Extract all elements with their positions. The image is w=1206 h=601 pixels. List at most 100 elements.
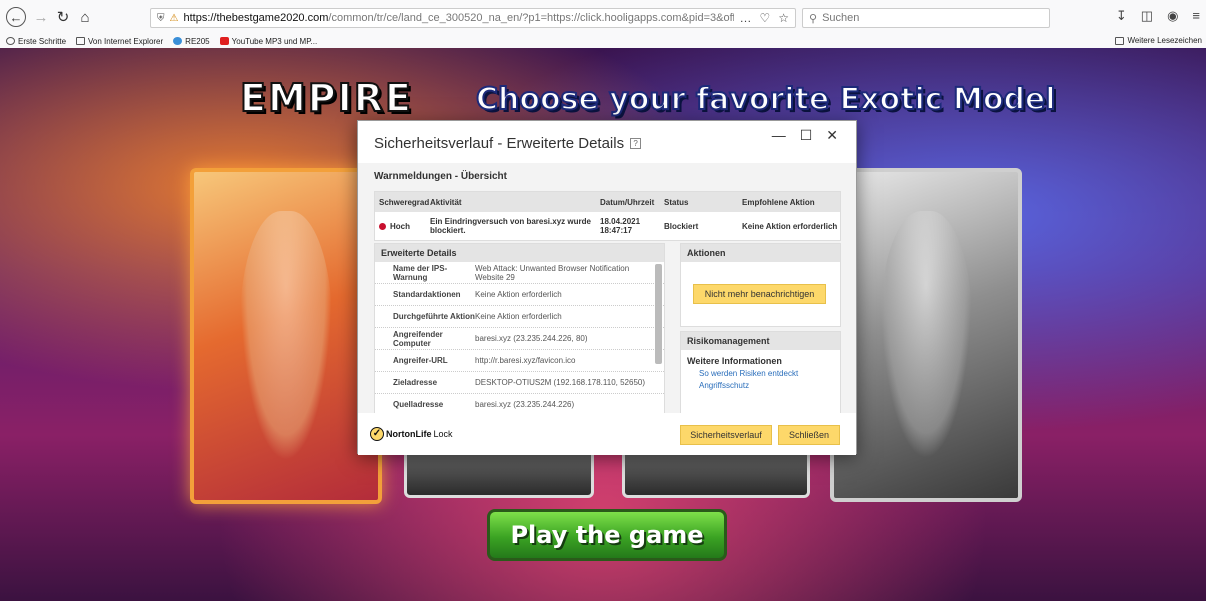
maximize-icon[interactable]: ☐: [800, 127, 813, 144]
brand-suffix: Lock: [433, 429, 453, 439]
actions-title: Aktionen: [681, 244, 840, 262]
model-card-right[interactable]: [830, 168, 1022, 502]
url-path: /common/tr/ce/land_ce_300520_na_en/?p1=h…: [328, 12, 735, 24]
stop-notifying-button[interactable]: Nicht mehr benachrichtigen: [693, 284, 826, 304]
reload-icon[interactable]: ↻: [52, 6, 74, 28]
extended-details-panel: Erweiterte Details Name der IPS-Warnung W…: [374, 243, 665, 419]
risk-management-title: Risikomanagement: [681, 332, 840, 350]
details-scrollbar[interactable]: [655, 264, 662, 364]
security-history-button[interactable]: Sicherheitsverlauf: [680, 425, 772, 445]
activity-cell: Ein Eindringversuch von baresi.xyz wurde…: [430, 217, 591, 235]
forward-arrow-icon[interactable]: →: [30, 6, 52, 28]
detail-label: Angreifender Computer: [393, 329, 443, 348]
severity-text: Hoch: [390, 221, 410, 231]
bookmark-label: RE205: [185, 36, 210, 46]
checkmark-icon: ✓: [370, 427, 384, 441]
bookmark-folder-internet-explorer[interactable]: Von Internet Explorer: [76, 37, 163, 46]
detail-label: Name der IPS-Warnung: [393, 263, 448, 282]
detail-row: Zieladresse DESKTOP-OTIUS2M (192.168.178.…: [375, 372, 664, 394]
detail-row: Angreifer-URL http://r.baresi.xyz/favicon…: [375, 350, 664, 372]
dialog-titlebar: Sicherheitsverlauf - Erweiterte Details?…: [358, 121, 856, 163]
severity-dot-icon: [379, 222, 386, 230]
bookmark-youtube[interactable]: YouTube MP3 und MP...: [219, 36, 318, 46]
search-placeholder: Suchen: [822, 12, 860, 24]
more-info-title: Weitere Informationen: [687, 356, 782, 366]
norton-logo: ✓ NortonLife Lock: [370, 427, 453, 441]
column-header: Empfohlene Aktion: [742, 197, 815, 207]
bookmark-label: Von Internet Explorer: [88, 36, 164, 46]
table-header: Schweregrad Aktivität Datum/Uhrzeit Stat…: [375, 192, 840, 212]
alerts-overview-title: Warnmeldungen - Übersicht: [374, 171, 507, 182]
back-arrow-icon[interactable]: ←: [6, 7, 26, 27]
column-header: Datum/Uhrzeit: [600, 197, 655, 207]
dialog-body: Warnmeldungen - Übersicht Schweregrad Ak…: [358, 163, 856, 419]
bookmark-icon: [173, 37, 183, 45]
page-actions-menu-icon[interactable]: …: [739, 11, 751, 25]
detail-label: Standardaktionen: [393, 290, 461, 299]
folder-icon: [1115, 36, 1125, 45]
alerts-table: Schweregrad Aktivität Datum/Uhrzeit Stat…: [374, 191, 841, 241]
search-bar[interactable]: ⚲ Suchen: [802, 8, 1050, 28]
home-icon[interactable]: ⌂: [74, 6, 96, 28]
detail-row: Durchgeführte Aktion Keine Aktion erforde…: [375, 306, 664, 328]
detail-value: Web Attack: Unwanted Browser Notificatio…: [475, 263, 630, 282]
folder-icon: [76, 37, 86, 45]
detail-value: baresi.xyz (23.235.244.226, 80): [475, 334, 588, 343]
bookmark-label: YouTube MP3 und MP...: [231, 36, 318, 46]
brand-main: NortonLife: [386, 429, 432, 439]
detail-value: baresi.xyz (23.235.244.226): [475, 400, 575, 409]
browser-toolbar: ← → ↻ ⌂ ⛨ ⚠ https://thebestgame2020.com/…: [0, 0, 1206, 34]
detail-label: Quelladresse: [393, 400, 444, 409]
account-icon[interactable]: ◉: [1167, 8, 1178, 24]
sidebar-icon[interactable]: ◫: [1141, 8, 1153, 24]
column-header: Status: [664, 197, 689, 207]
close-icon[interactable]: ✕: [826, 127, 838, 144]
detail-value: Keine Aktion erforderlich: [475, 290, 562, 299]
minimize-icon[interactable]: —: [772, 127, 786, 144]
shield-icon[interactable]: ⛨: [157, 13, 165, 24]
model-card-left[interactable]: [190, 168, 382, 504]
extended-details-title: Erweiterte Details: [375, 244, 664, 262]
model-image: [880, 211, 972, 459]
detail-label: Zieladresse: [393, 378, 438, 387]
detail-row: Standardaktionen Keine Aktion erforderlic…: [375, 284, 664, 306]
bookmarks-bar: Erste Schritte Von Internet Explorer RE2…: [0, 34, 1206, 48]
actions-panel: Aktionen Nicht mehr benachrichtigen: [680, 243, 841, 327]
url-bar[interactable]: ⛨ ⚠ https://thebestgame2020.com/common/t…: [150, 8, 796, 28]
risk-management-panel: Risikomanagement Weitere Informationen S…: [680, 331, 841, 419]
empire-logo: EMPIRE: [239, 75, 413, 121]
detail-label: Durchgeführte Aktion: [393, 312, 475, 321]
url-text[interactable]: https://thebestgame2020.com/common/tr/ce…: [183, 12, 734, 24]
search-icon: ⚲: [809, 12, 818, 25]
table-row[interactable]: Hoch Ein Eindringversuch von baresi.xyz …: [375, 212, 840, 240]
model-image: [240, 211, 332, 461]
bookmark-label: Erste Schritte: [18, 36, 67, 46]
downloads-icon[interactable]: ↧: [1116, 8, 1127, 24]
other-bookmarks-label: Weitere Lesezeichen: [1127, 36, 1202, 45]
bookmark-re205[interactable]: RE205: [173, 36, 210, 46]
close-button[interactable]: Schließen: [778, 425, 840, 445]
page-headline: Choose your favorite Exotic Model: [475, 81, 1057, 118]
detail-label: Angreifer-URL: [393, 356, 448, 365]
dialog-title-text: Sicherheitsverlauf - Erweiterte Details: [374, 135, 625, 152]
bookmark-star-icon[interactable]: ☆: [778, 11, 789, 25]
dialog-footer: ✓ NortonLife Lock Sicherheitsverlauf Schl…: [358, 413, 856, 455]
lock-warning-icon[interactable]: ⚠: [170, 13, 179, 24]
help-icon[interactable]: ?: [630, 138, 642, 149]
bookmark-erste-schritte[interactable]: Erste Schritte: [6, 37, 66, 46]
detail-value: DESKTOP-OTIUS2M (192.168.178.110, 52650): [475, 378, 646, 387]
status-cell: Blockiert: [664, 221, 699, 231]
youtube-icon: [219, 37, 229, 45]
dialog-title: Sicherheitsverlauf - Erweiterte Details?: [374, 135, 642, 152]
detail-value: http://r.baresi.xyz/favicon.ico: [475, 356, 576, 365]
pocket-icon[interactable]: ♡: [759, 11, 770, 25]
play-game-button[interactable]: Play the game: [487, 509, 727, 561]
menu-icon[interactable]: ≡: [1192, 8, 1200, 24]
datetime-cell: 18.04.2021 18:47:17: [600, 217, 641, 235]
recommended-action-cell: Keine Aktion erforderlich: [742, 221, 838, 231]
other-bookmarks[interactable]: Weitere Lesezeichen: [1115, 36, 1202, 45]
attack-protection-link[interactable]: Angriffsschutz: [681, 380, 840, 392]
column-header: Aktivität: [430, 197, 462, 207]
risk-detection-link[interactable]: So werden Risiken entdeckt: [681, 368, 840, 380]
globe-icon: [6, 37, 15, 45]
